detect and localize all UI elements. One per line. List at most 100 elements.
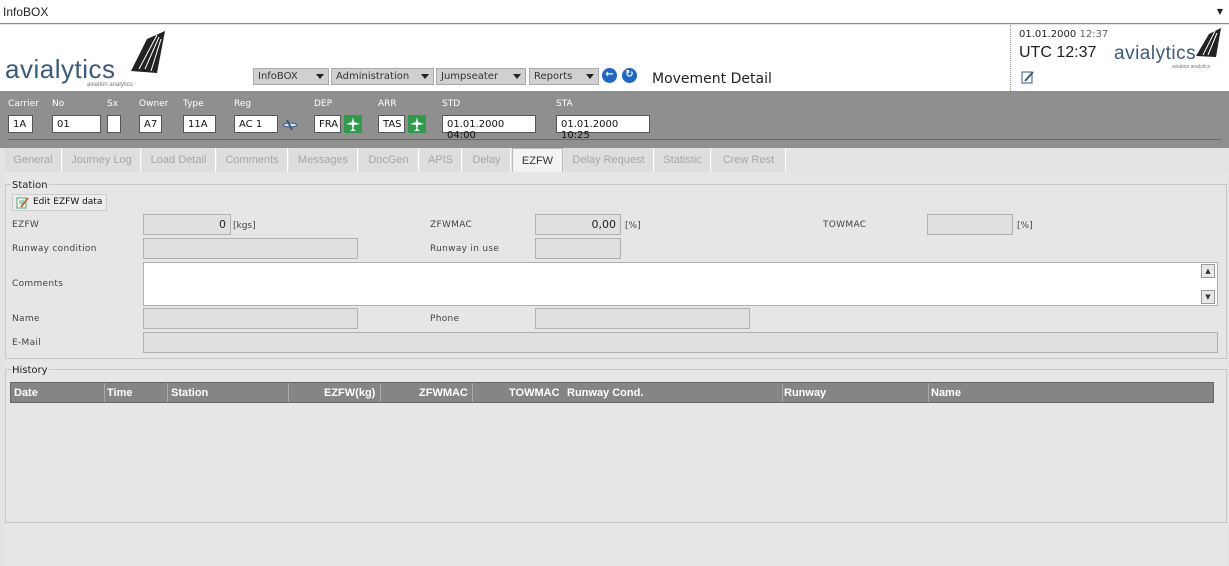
page-title: Movement Detail: [652, 71, 772, 87]
logo-small: avialytics aviation analytics: [1114, 27, 1226, 71]
col-ezfw[interactable]: EZFW(kg): [324, 387, 375, 399]
station-title: Station: [11, 180, 49, 191]
email-label: E-Mail: [12, 338, 42, 348]
comments-textarea[interactable]: ▲ ▼: [143, 262, 1218, 306]
utc-clock: UTC 12:37: [1019, 44, 1097, 61]
tab-ezfw[interactable]: EZFW: [512, 148, 563, 172]
history-table-header: Date Time Station EZFW(kg) ZFWMAC TOWMAC…: [10, 382, 1214, 403]
menu-jumpseater[interactable]: Jumpseater: [436, 68, 526, 85]
col-name[interactable]: Name: [931, 387, 961, 399]
tab-comments[interactable]: Comments: [217, 148, 288, 172]
col-runway[interactable]: Runway: [784, 387, 826, 399]
edit-icon: [16, 197, 29, 209]
reg-label: Reg: [234, 99, 252, 109]
zfwmac-label: ZFWMAC: [430, 220, 473, 230]
current-datetime: 01.01.2000 12:37: [1019, 29, 1108, 40]
col-towmac[interactable]: TOWMAC: [509, 387, 560, 399]
sx-field[interactable]: [107, 115, 121, 133]
station-section: Station Edit EZFW data EZFW 0 [kgs] ZFWM…: [5, 180, 1227, 359]
menu-reports[interactable]: Reports: [529, 68, 599, 85]
comments-label: Comments: [12, 279, 64, 289]
email-field[interactable]: [143, 332, 1218, 353]
current-date: 01.01.2000: [1019, 29, 1077, 40]
towmac-field[interactable]: [927, 214, 1013, 235]
carrier-field[interactable]: 1A: [8, 115, 33, 133]
edit-ezfw-button[interactable]: Edit EZFW data: [12, 194, 108, 211]
name-field[interactable]: [143, 308, 358, 329]
runway-in-use-field[interactable]: [535, 238, 621, 259]
col-date[interactable]: Date: [14, 387, 38, 399]
phone-field[interactable]: [535, 308, 750, 329]
col-time[interactable]: Time: [107, 387, 132, 399]
flight-no-field[interactable]: 01: [52, 115, 101, 133]
edit-note-icon[interactable]: [1021, 70, 1035, 84]
logo-subtext: aviation analytics: [87, 82, 133, 88]
sta-field[interactable]: 01.01.2000 10:25: [556, 115, 650, 141]
dep-label: DEP: [314, 99, 333, 109]
logo-wing-icon: [1196, 28, 1221, 57]
window-menu-dropdown-icon[interactable]: ▼: [1217, 7, 1223, 16]
tab-statistic[interactable]: Statistic: [655, 148, 711, 172]
no-label: No: [52, 99, 65, 109]
back-arrow-icon[interactable]: ←: [602, 68, 617, 83]
runway-condition-field[interactable]: [143, 238, 358, 259]
menu-infobox[interactable]: InfoBOX: [253, 68, 329, 85]
towmac-label: TOWMAC: [823, 220, 867, 230]
std-label: STD: [442, 99, 461, 109]
arr-label: ARR: [378, 99, 397, 109]
std-field[interactable]: 01.01.2000 04:00: [442, 115, 536, 141]
ezfw-field[interactable]: 0: [143, 214, 231, 235]
app-header: avialytics aviation analytics InfoBOX Ad…: [0, 25, 1229, 91]
scroll-down-icon[interactable]: ▼: [1201, 290, 1215, 304]
departure-plane-icon[interactable]: [344, 115, 362, 133]
divider: [167, 383, 168, 402]
menu-administration[interactable]: Administration: [331, 68, 434, 85]
logo: avialytics aviation analytics: [5, 29, 165, 88]
chevron-down-icon: [513, 74, 521, 79]
sx-label: Sx: [107, 99, 119, 109]
window-titlebar: InfoBOX ▼: [0, 0, 1229, 24]
zfwmac-unit: [%]: [625, 221, 641, 231]
type-field[interactable]: 11A: [183, 115, 216, 133]
menu-administration-label: Administration: [336, 71, 410, 82]
arrival-plane-icon[interactable]: [408, 115, 426, 133]
dep-field[interactable]: FRA: [314, 115, 341, 133]
col-runway-cond[interactable]: Runway Cond.: [567, 387, 643, 399]
tab-crew-rest[interactable]: Crew Rest: [712, 148, 786, 172]
divider: [380, 383, 381, 402]
aircraft-icon[interactable]: [282, 119, 298, 131]
tab-journey-log[interactable]: Journey Log: [63, 148, 141, 172]
tab-messages[interactable]: Messages: [289, 148, 358, 172]
logo-small-subtext: aviation analytics: [1172, 64, 1211, 70]
chevron-down-icon: [316, 74, 324, 79]
tab-load-detail[interactable]: Load Detail: [142, 148, 216, 172]
reg-field[interactable]: AC 1: [234, 115, 278, 133]
tab-general[interactable]: General: [5, 148, 62, 172]
logo-small-text: avialytics: [1114, 43, 1197, 64]
sta-label: STA: [556, 99, 573, 109]
zfwmac-field[interactable]: 0,00: [535, 214, 621, 235]
scroll-up-icon[interactable]: ▲: [1201, 264, 1215, 278]
owner-field[interactable]: A7: [139, 115, 162, 133]
owner-label: Owner: [139, 99, 169, 109]
refresh-icon[interactable]: ↻: [622, 68, 637, 83]
divider: [104, 383, 105, 402]
arr-field[interactable]: TAS: [378, 115, 405, 133]
menu-reports-label: Reports: [534, 71, 573, 82]
tab-docgen[interactable]: DocGen: [359, 148, 419, 172]
runway-in-use-label: Runway in use: [430, 244, 500, 254]
tab-delay-request[interactable]: Delay Request: [564, 148, 654, 172]
divider: [472, 383, 473, 402]
tab-apis[interactable]: APIS: [420, 148, 462, 172]
edit-ezfw-label: Edit EZFW data: [33, 197, 103, 207]
runway-condition-label: Runway condition: [12, 244, 97, 254]
name-label: Name: [12, 314, 40, 324]
divider: [288, 383, 289, 402]
col-station[interactable]: Station: [171, 387, 208, 399]
tab-delay[interactable]: Delay: [463, 148, 511, 172]
flight-info-bar: Carrier 1A No 01 Sx Owner A7 Type 11A Re…: [0, 91, 1229, 148]
col-zfwmac[interactable]: ZFWMAC: [419, 387, 468, 399]
ezfw-unit: [kgs]: [233, 221, 256, 231]
tab-bar: General Journey Log Load Detail Comments…: [5, 148, 1227, 172]
logo-wing-icon: [131, 31, 165, 73]
